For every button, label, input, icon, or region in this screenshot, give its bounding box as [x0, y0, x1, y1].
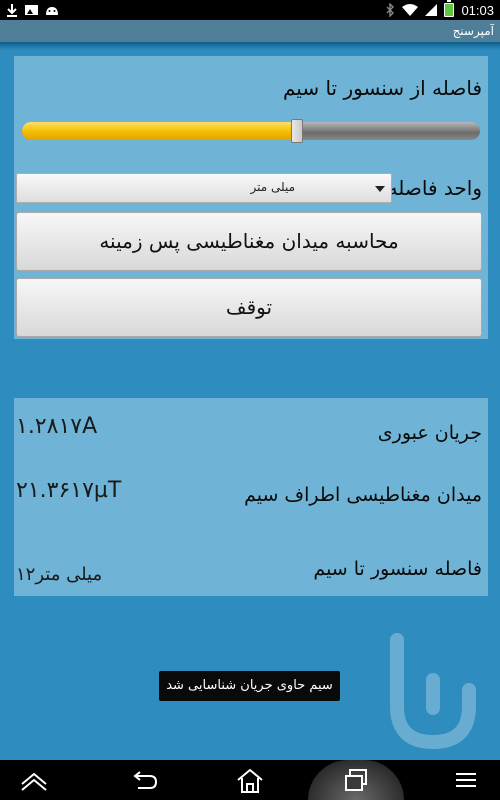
calculate-background-field-button[interactable]: محاسبه میدان مغناطیسی پس زمینه: [16, 212, 482, 271]
wifi-icon: [402, 4, 419, 16]
battery-charging-icon: [444, 0, 455, 17]
home-chevron-icon[interactable]: [14, 764, 54, 796]
image-icon: [25, 5, 38, 15]
unit-spinner[interactable]: میلی متر: [16, 173, 392, 203]
sensor-distance-label: فاصله سنسور تا سیم: [313, 558, 482, 580]
system-icons: 01:03: [386, 0, 494, 18]
app-title: آمپرسنج: [452, 24, 494, 38]
magnetic-field-value: ۲۱.۳۶۱۷µT: [16, 478, 122, 503]
sensor-distance-value: ۱۲میلی متر: [16, 564, 103, 585]
download-icon: [7, 3, 17, 17]
action-bar: آمپرسنج: [0, 20, 500, 42]
notification-icons: [6, 3, 59, 17]
current-label: جریان عبوری: [377, 422, 482, 444]
unit-spinner-value: میلی متر: [250, 180, 295, 194]
settings-panel: فاصله از سنسور تا سیم واحد فاصله میلی مت…: [14, 56, 488, 339]
slider-thumb[interactable]: [290, 119, 303, 143]
home-icon[interactable]: [230, 764, 270, 796]
status-bar: 01:03: [0, 0, 500, 20]
distance-slider[interactable]: [22, 119, 480, 143]
bluetooth-icon: [386, 3, 395, 17]
results-panel: جریان عبوری ۱.۲۸۱۷A میدان مغناطیسی اطراف…: [14, 398, 488, 596]
signal-icon: [425, 4, 438, 16]
distance-label: فاصله از سنسور تا سیم: [282, 76, 482, 100]
current-value: ۱.۲۸۱۷A: [16, 414, 98, 439]
navigation-bar: [0, 760, 500, 800]
magnetic-field-label: میدان مغناطیسی اطراف سیم: [244, 484, 482, 506]
recent-apps-icon[interactable]: [336, 764, 376, 796]
stop-button[interactable]: توقف: [16, 278, 482, 337]
slider-fill: [22, 122, 297, 140]
store-logo-icon: [390, 633, 476, 750]
toast-message: سیم حاوی جریان شناسایی شد: [159, 671, 340, 701]
android-icon: [46, 6, 58, 15]
chevron-down-icon: [375, 186, 385, 192]
clock: 01:03: [461, 2, 494, 18]
unit-label: واحد فاصله: [387, 176, 482, 200]
menu-icon[interactable]: [446, 764, 486, 796]
back-icon[interactable]: [124, 764, 164, 796]
action-bar-shadow: [0, 42, 500, 50]
